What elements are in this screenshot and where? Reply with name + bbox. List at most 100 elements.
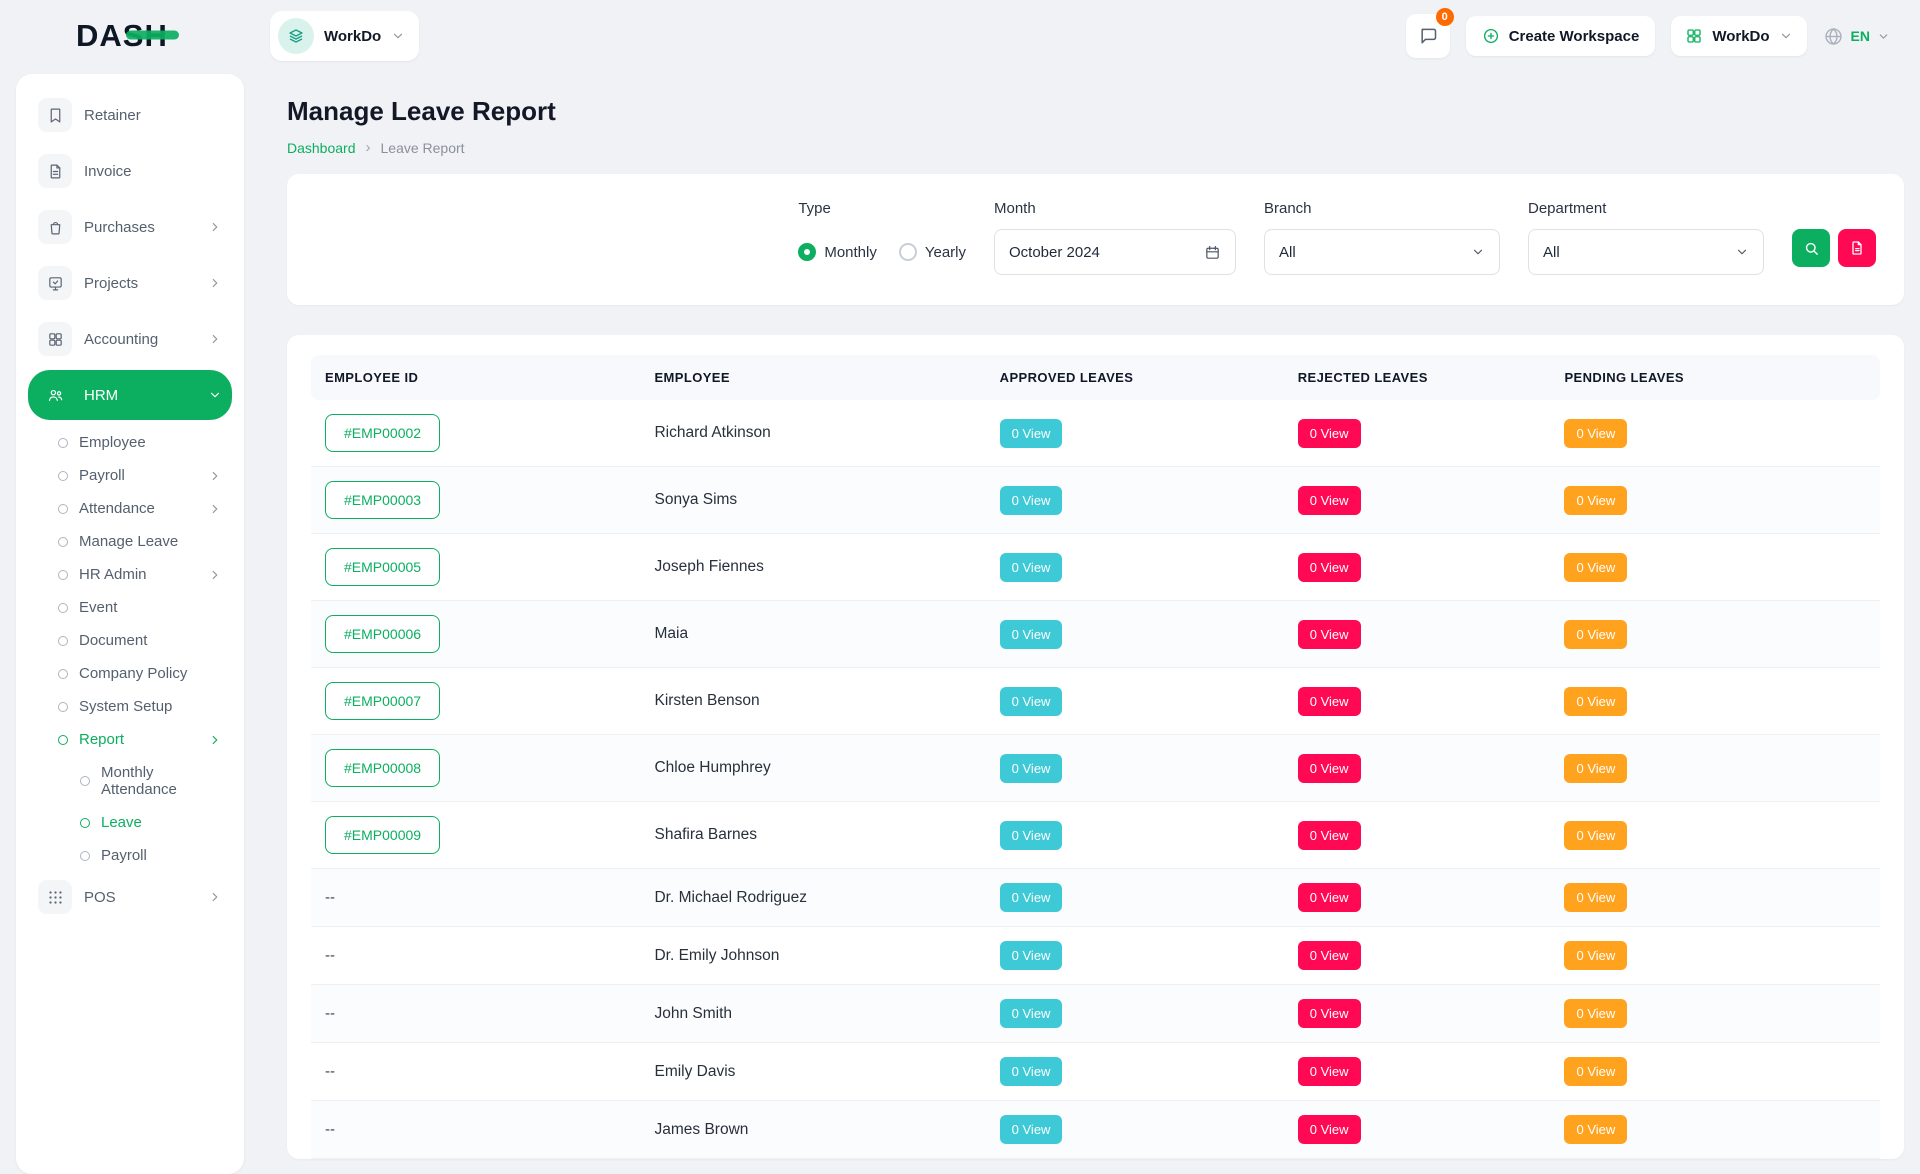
approved-view-badge[interactable]: 0 View [1000,419,1063,448]
breadcrumb-dashboard-link[interactable]: Dashboard [287,140,356,156]
approved-view-badge[interactable]: 0 View [1000,486,1063,515]
radio-checked-icon[interactable] [798,243,816,261]
employee-id-button[interactable]: #EMP00005 [325,548,440,586]
sidebar-item-label: Projects [84,275,138,292]
sidebar-item-label: Payroll [79,467,125,484]
radio-yearly[interactable]: Yearly [899,243,966,261]
table-header-row: EMPLOYEE ID EMPLOYEE APPROVED LEAVES REJ… [311,355,1880,400]
approved-view-badge[interactable]: 0 View [1000,553,1063,582]
sidebar-item-pos[interactable]: POS [28,872,232,922]
radio-monthly[interactable]: Monthly [798,243,877,261]
sidebar-item-hrm[interactable]: HRM [28,370,232,420]
employee-name: Chloe Humphrey [640,735,985,802]
branch-select[interactable]: All [1264,229,1500,275]
bullet-icon [58,702,68,712]
sidebar-item-projects[interactable]: Projects [28,258,232,308]
approved-view-badge[interactable]: 0 View [1000,620,1063,649]
sidebar-item-payroll[interactable]: Payroll [28,839,232,872]
sidebar-item-label: Purchases [84,219,155,236]
pending-view-badge[interactable]: 0 View [1564,620,1627,649]
rejected-view-badge[interactable]: 0 View [1298,999,1361,1028]
approved-view-badge[interactable]: 0 View [1000,754,1063,783]
brand-logo: DASH [20,18,270,54]
approved-view-badge[interactable]: 0 View [1000,1115,1063,1144]
approved-view-badge[interactable]: 0 View [1000,999,1063,1028]
sidebar-item-label: Leave [101,814,142,831]
rejected-view-badge[interactable]: 0 View [1298,1057,1361,1086]
pending-view-badge[interactable]: 0 View [1564,941,1627,970]
rejected-view-badge[interactable]: 0 View [1298,620,1361,649]
employee-id-button[interactable]: #EMP00006 [325,615,440,653]
pending-view-badge[interactable]: 0 View [1564,486,1627,515]
approved-view-badge[interactable]: 0 View [1000,821,1063,850]
sidebar-item-retainer[interactable]: Retainer [28,90,232,140]
grid-icon [38,322,72,356]
employee-name: Kirsten Benson [640,668,985,735]
rejected-view-badge[interactable]: 0 View [1298,821,1361,850]
pending-view-badge[interactable]: 0 View [1564,883,1627,912]
sidebar-item-accounting[interactable]: Accounting [28,314,232,364]
employee-id-button[interactable]: #EMP00002 [325,414,440,452]
sidebar-item-hr-admin[interactable]: HR Admin [28,558,232,591]
main-content: Manage Leave Report Dashboard › Leave Re… [287,72,1904,1159]
employee-id-button[interactable]: #EMP00003 [325,481,440,519]
sidebar-item-attendance[interactable]: Attendance [28,492,232,525]
leave-report-table: EMPLOYEE ID EMPLOYEE APPROVED LEAVES REJ… [311,355,1880,1159]
employee-id-empty: -- [325,1005,335,1022]
sidebar-item-monthly-attendance[interactable]: Monthly Attendance [28,756,232,806]
sidebar-item-invoice[interactable]: Invoice [28,146,232,196]
table-row: -- James Brown 0 View 0 View 0 View [311,1101,1880,1159]
pending-view-badge[interactable]: 0 View [1564,1115,1627,1144]
workspace-menu-dropdown[interactable]: WorkDo [1671,16,1806,56]
sidebar-item-label: Payroll [101,847,147,864]
sidebar-item-event[interactable]: Event [28,591,232,624]
sidebar-item-document[interactable]: Document [28,624,232,657]
sidebar-item-company-policy[interactable]: Company Policy [28,657,232,690]
pending-view-badge[interactable]: 0 View [1564,821,1627,850]
rejected-view-badge[interactable]: 0 View [1298,941,1361,970]
radio-unchecked-icon[interactable] [899,243,917,261]
bullet-icon [58,471,68,481]
month-input[interactable]: October 2024 [994,229,1236,275]
pending-view-badge[interactable]: 0 View [1564,553,1627,582]
sidebar-item-report[interactable]: Report [28,723,232,756]
chevron-right-icon [208,568,222,582]
sidebar-item-label: Document [79,632,147,649]
rejected-view-badge[interactable]: 0 View [1298,687,1361,716]
employee-id-button[interactable]: #EMP00007 [325,682,440,720]
sidebar-item-system-setup[interactable]: System Setup [28,690,232,723]
chevron-down-icon [391,29,405,43]
approved-view-badge[interactable]: 0 View [1000,1057,1063,1086]
employee-id-button[interactable]: #EMP00008 [325,749,440,787]
language-selector[interactable]: EN [1823,26,1890,47]
workspace-switcher[interactable]: WorkDo [270,11,419,61]
rejected-view-badge[interactable]: 0 View [1298,754,1361,783]
approved-view-badge[interactable]: 0 View [1000,687,1063,716]
search-button[interactable] [1792,229,1830,267]
file-text-icon [38,154,72,188]
sidebar-item-manage-leave[interactable]: Manage Leave [28,525,232,558]
rejected-view-badge[interactable]: 0 View [1298,883,1361,912]
pending-view-badge[interactable]: 0 View [1564,419,1627,448]
create-workspace-button[interactable]: Create Workspace [1466,16,1656,56]
approved-view-badge[interactable]: 0 View [1000,941,1063,970]
pending-view-badge[interactable]: 0 View [1564,754,1627,783]
sidebar-item-employee[interactable]: Employee [28,426,232,459]
rejected-view-badge[interactable]: 0 View [1298,553,1361,582]
rejected-view-badge[interactable]: 0 View [1298,419,1361,448]
rejected-view-badge[interactable]: 0 View [1298,486,1361,515]
sidebar-item-leave[interactable]: Leave [28,806,232,839]
pending-view-badge[interactable]: 0 View [1564,999,1627,1028]
pending-view-badge[interactable]: 0 View [1564,687,1627,716]
bookmark-icon [38,98,72,132]
sidebar-item-payroll[interactable]: Payroll [28,459,232,492]
sidebar-item-purchases[interactable]: Purchases [28,202,232,252]
pending-view-badge[interactable]: 0 View [1564,1057,1627,1086]
rejected-view-badge[interactable]: 0 View [1298,1115,1361,1144]
approved-view-badge[interactable]: 0 View [1000,883,1063,912]
create-workspace-label: Create Workspace [1509,28,1640,45]
employee-id-button[interactable]: #EMP00009 [325,816,440,854]
department-select[interactable]: All [1528,229,1764,275]
export-button[interactable] [1838,229,1876,267]
messages-button[interactable]: 0 [1406,14,1450,58]
